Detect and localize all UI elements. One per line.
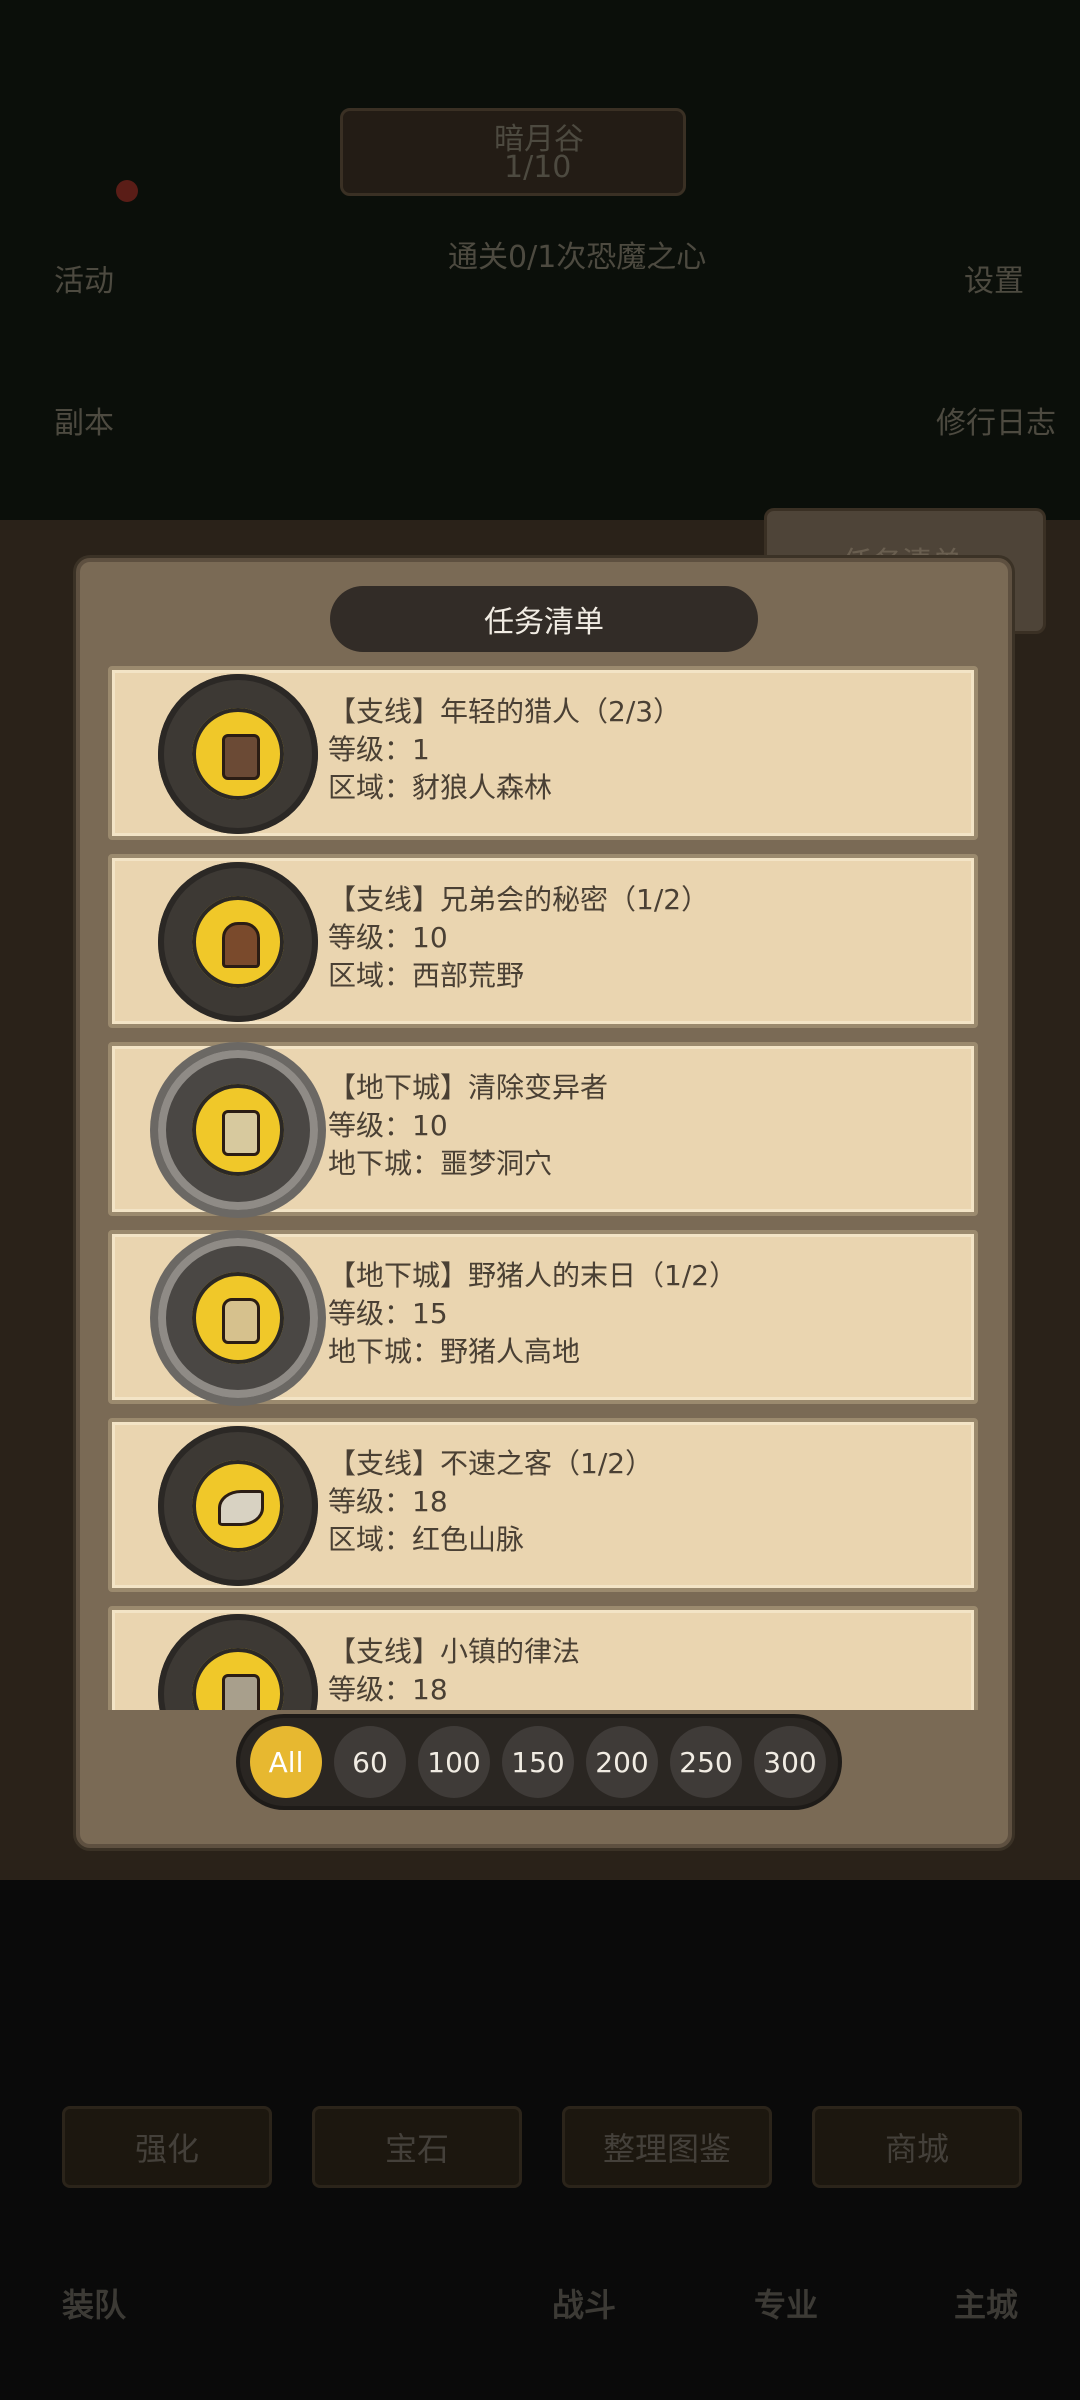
quest-card[interactable]: 【支线】年轻的猎人（2/3） 等级：1 区域：豺狼人森林 [108,666,978,840]
nav-town: 主城 [954,2286,1019,2324]
quest-title: 【支线】不速之客（1/2） [328,1447,654,1480]
quest-icon-frame [158,1426,318,1586]
bottom-button-enhance: 强化 [62,2106,272,2188]
filter-300-button[interactable]: 300 [754,1726,826,1798]
quest-location: 区域：豺狼人森林 [328,771,553,804]
modal-title: 任务清单 [330,586,758,652]
quest-card[interactable]: 【支线】小镇的律法 等级：18 [108,1606,978,1710]
helmet-icon [222,922,260,968]
quest-list[interactable]: 【支线】年轻的猎人（2/3） 等级：1 区域：豺狼人森林 【支线】兄弟会的秘密（… [108,666,978,1710]
quest-level: 等级：18 [328,1485,448,1518]
nav-battle: 战斗 [552,2286,617,2324]
bottom-button-shop: 商城 [812,2106,1022,2188]
quest-card[interactable]: 【地下城】野猪人的末日（1/2） 等级：15 地下城：野猪人高地 [108,1230,978,1404]
filter-200-button[interactable]: 200 [586,1726,658,1798]
filter-100-button[interactable]: 100 [418,1726,490,1798]
level-filter-bar: All 60 100 150 200 250 300 [240,1718,838,1806]
quest-title: 【支线】兄弟会的秘密（1/2） [328,883,710,916]
filter-all-button[interactable]: All [250,1726,322,1798]
dragon-frame-icon [158,1238,318,1398]
nav-profession: 专业 [754,2286,819,2324]
quest-location: 区域：红色山脉 [328,1523,525,1556]
filter-150-button[interactable]: 150 [502,1726,574,1798]
quest-title: 【支线】年轻的猎人（2/3） [328,695,682,728]
right-button-mid: 修行日志 [936,406,1056,441]
quest-location: 区域：西部荒野 [328,959,525,992]
bottom-button-codex: 整理图鉴 [562,2106,772,2188]
quest-hint: 通关0/1次恐魔之心 [448,240,707,275]
quest-list-modal: 任务清单 【支线】年轻的猎人（2/3） 等级：1 区域：豺狼人森林 【支线】兄弟… [76,558,1012,1848]
right-button-top: 设置 [964,264,1024,299]
cloth-icon [222,1674,260,1710]
dragon-frame-icon [158,1050,318,1210]
quest-level: 等级：15 [328,1297,448,1330]
notification-dot [116,180,138,202]
filter-60-button[interactable]: 60 [334,1726,406,1798]
nav-team: 装队 [62,2286,127,2324]
leaf-icon [218,1490,264,1526]
quest-level: 等级：10 [328,1109,448,1142]
sack-icon [222,1298,260,1344]
left-button-mid: 副本 [54,406,114,441]
quest-level: 等级：18 [328,1673,448,1706]
quest-card[interactable]: 【支线】不速之客（1/2） 等级：18 区域：红色山脉 [108,1418,978,1592]
left-button-top: 活动 [54,264,114,299]
quest-icon-frame [158,674,318,834]
ore-icon [222,1110,260,1156]
bottom-button-gem: 宝石 [312,2106,522,2188]
quest-location: 地下城：噩梦洞穴 [328,1147,553,1180]
quest-card[interactable]: 【地下城】清除变异者 等级：10 地下城：噩梦洞穴 [108,1042,978,1216]
filter-250-button[interactable]: 250 [670,1726,742,1798]
quest-location: 地下城：野猪人高地 [328,1335,581,1368]
quest-card[interactable]: 【支线】兄弟会的秘密（1/2） 等级：10 区域：西部荒野 [108,854,978,1028]
quest-title: 【地下城】野猪人的末日（1/2） [328,1259,738,1292]
quest-level: 等级：1 [328,733,430,766]
quest-icon-frame [158,1614,318,1710]
quest-title: 【地下城】清除变异者 [328,1071,609,1104]
quest-level: 等级：10 [328,921,448,954]
region-progress: 1/10 [504,150,572,185]
pants-icon [222,734,260,780]
quest-icon-frame [158,862,318,1022]
quest-title: 【支线】小镇的律法 [328,1635,581,1668]
